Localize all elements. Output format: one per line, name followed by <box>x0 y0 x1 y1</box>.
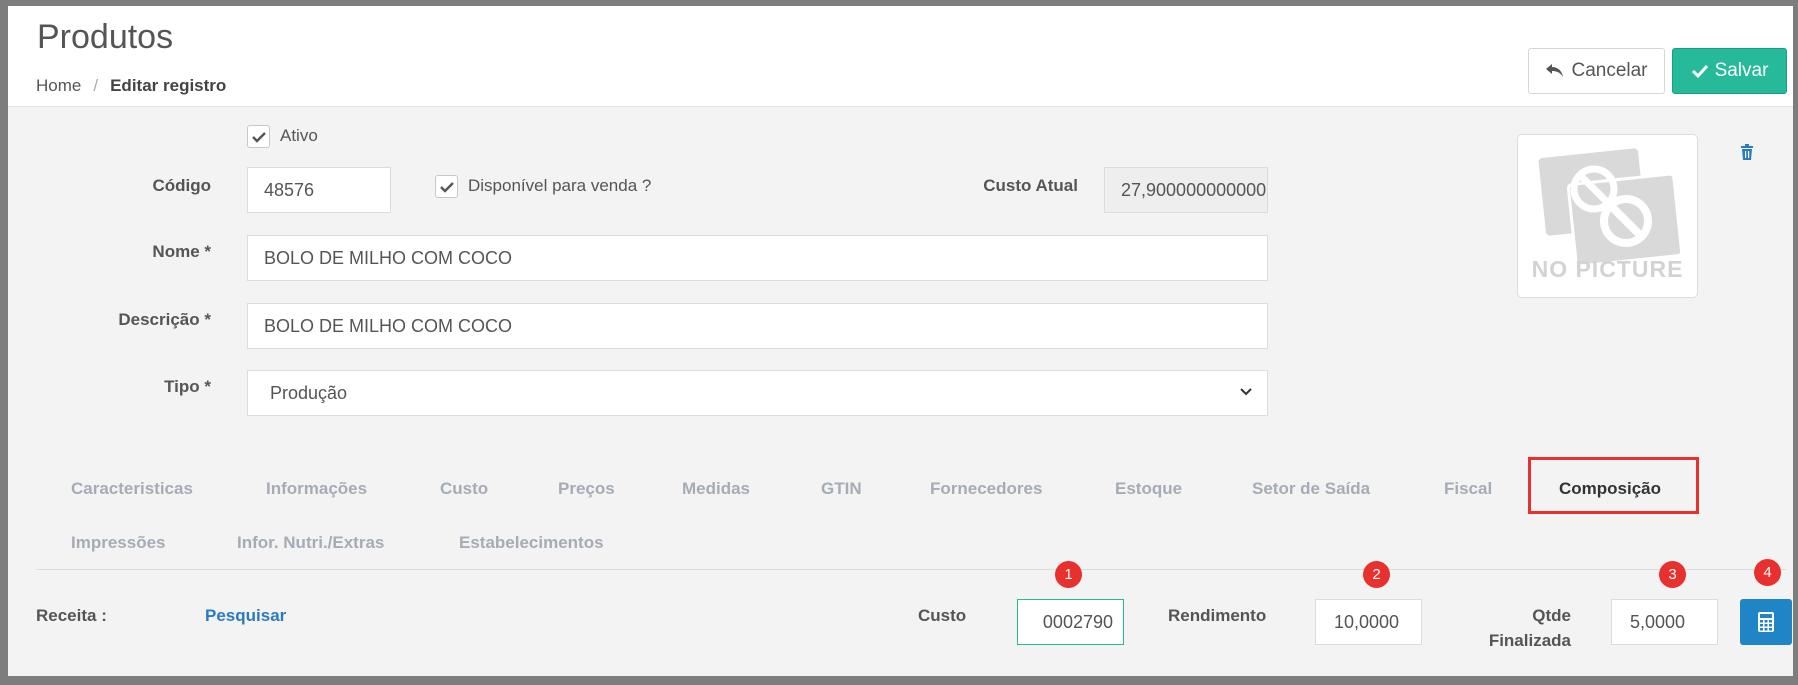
tab-impressoes[interactable]: Impressões <box>71 533 166 553</box>
pesquisar-link[interactable]: Pesquisar <box>205 606 286 626</box>
tab-precos[interactable]: Preços <box>558 479 615 499</box>
custo-input[interactable]: 0002790 <box>1017 599 1124 645</box>
cancel-button[interactable]: Cancelar <box>1528 48 1665 94</box>
calculate-button[interactable] <box>1740 599 1792 645</box>
breadcrumb: Home / Editar registro <box>36 76 226 96</box>
codigo-label: Código <box>152 176 211 195</box>
marker-3: 3 <box>1659 561 1686 588</box>
save-button-label: Salvar <box>1714 60 1769 81</box>
tabs-divider <box>36 569 1786 570</box>
save-button[interactable]: Salvar <box>1672 48 1787 94</box>
tab-estoque[interactable]: Estoque <box>1115 479 1182 499</box>
rendimento-input[interactable]: 10,0000 <box>1315 599 1422 645</box>
qtde-label-line1: Qtde <box>1532 606 1571 625</box>
rendimento-label: Rendimento <box>1168 606 1267 625</box>
breadcrumb-separator: / <box>93 76 99 95</box>
tab-gtin[interactable]: GTIN <box>821 479 862 499</box>
ativo-label: Ativo <box>280 126 318 145</box>
tab-informacoes[interactable]: Informações <box>266 479 367 499</box>
product-image-placeholder[interactable]: NO PICTURE <box>1517 134 1698 298</box>
marker-2: 2 <box>1363 561 1390 588</box>
trash-icon[interactable] <box>1740 144 1754 160</box>
check-icon <box>439 181 454 193</box>
nome-input[interactable]: BOLO DE MILHO COM COCO <box>247 235 1268 281</box>
descricao-input[interactable]: BOLO DE MILHO COM COCO <box>247 303 1268 349</box>
descricao-label: Descrição * <box>118 310 211 329</box>
check-icon <box>251 131 266 143</box>
tab-fiscal[interactable]: Fiscal <box>1444 479 1492 499</box>
qtde-finalizada-input[interactable]: 5,0000 <box>1611 599 1718 645</box>
breadcrumb-current: Editar registro <box>110 76 227 95</box>
tab-custo[interactable]: Custo <box>440 479 488 499</box>
tab-caracteristicas[interactable]: Caracteristicas <box>71 479 193 499</box>
no-picture-text: NO PICTURE <box>1531 256 1684 282</box>
tipo-select-value: Produção <box>270 382 348 403</box>
custo-label: Custo <box>918 606 967 625</box>
calculator-icon <box>1758 612 1774 632</box>
marker-1: 1 <box>1055 561 1082 588</box>
receita-label: Receita : <box>36 606 107 625</box>
custo-atual-label: Custo Atual <box>983 176 1078 195</box>
tab-setor-de-saida[interactable]: Setor de Saída <box>1252 479 1370 499</box>
page-title: Produtos <box>37 18 174 56</box>
tab-composicao[interactable]: Composição <box>1559 479 1661 499</box>
check-icon <box>1691 64 1708 79</box>
nome-label: Nome * <box>152 242 211 261</box>
cancel-button-label: Cancelar <box>1571 60 1648 81</box>
tipo-label: Tipo * <box>164 377 211 396</box>
app-window: Produtos Home / Editar registro Cancelar S… <box>8 6 1793 676</box>
custo-atual-field: 27,900000000000 <box>1104 167 1268 213</box>
undo-arrow-icon <box>1546 64 1564 77</box>
disponivel-checkbox[interactable] <box>435 175 458 198</box>
tab-medidas[interactable]: Medidas <box>682 479 750 499</box>
ativo-checkbox[interactable] <box>247 125 270 148</box>
disponivel-label: Disponível para venda ? <box>468 176 652 195</box>
tab-fornecedores[interactable]: Fornecedores <box>930 479 1042 499</box>
tab-infor-nutri-extras[interactable]: Infor. Nutri./Extras <box>237 533 384 553</box>
tab-estabelecimentos[interactable]: Estabelecimentos <box>459 533 604 553</box>
chevron-down-icon <box>1240 388 1252 396</box>
codigo-input[interactable]: 48576 <box>247 167 391 213</box>
qtde-label-line2: Finalizada <box>1488 631 1571 650</box>
page-header: Produtos Home / Editar registro Cancelar S… <box>8 6 1793 107</box>
tipo-select[interactable]: Produção <box>247 370 1268 416</box>
breadcrumb-home[interactable]: Home <box>36 76 81 95</box>
marker-4: 4 <box>1754 559 1781 586</box>
